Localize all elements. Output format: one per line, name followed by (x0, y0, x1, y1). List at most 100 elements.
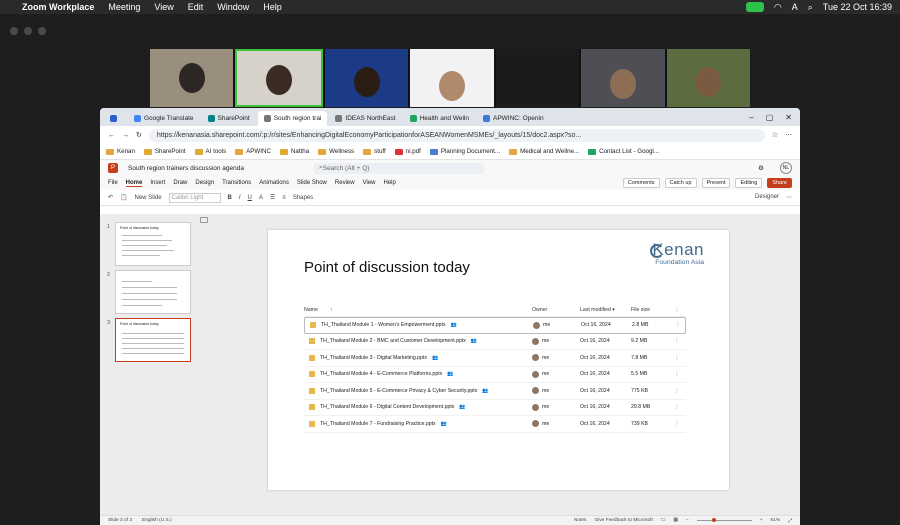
clipboard-icon[interactable]: 📋 (120, 194, 127, 201)
url-field[interactable]: https://kenanasia.sharepoint.com/:p:/r/s… (148, 128, 765, 142)
tab-apwinc[interactable]: APWINC: Openin (477, 111, 550, 126)
bookmark-item[interactable]: AI tools (194, 148, 226, 155)
tab-health-wellness[interactable]: Health and Welln (404, 111, 475, 126)
table-row[interactable]: TH_Thailand Module 2 - BMC and Customer … (304, 334, 686, 350)
bookmark-item[interactable]: Kenan (106, 148, 135, 155)
close-window-button[interactable] (10, 27, 18, 35)
editing-button[interactable]: Editing (735, 178, 763, 188)
tab-sharepoint[interactable]: SharePoint (202, 111, 256, 126)
menu-window[interactable]: Window (217, 2, 249, 12)
slide-canvas[interactable]: Point of discussion today Kenan Foundati… (268, 230, 729, 490)
star-icon[interactable]: ☆ (772, 131, 778, 139)
new-slide-button[interactable]: New Slide (135, 195, 162, 201)
zoom-window-button[interactable] (38, 27, 46, 35)
table-row[interactable]: TH_Thailand Module 7 - Fundraising Pract… (304, 416, 686, 433)
minimize-icon[interactable]: – (749, 113, 753, 122)
table-row[interactable]: TH_Thailand Module 3 - Digital Marketing… (304, 350, 686, 367)
slide-title[interactable]: Point of discussion today (304, 259, 470, 276)
bookmark-item[interactable]: SharePoint (143, 148, 186, 155)
bold-icon[interactable]: B (228, 195, 232, 201)
more-icon[interactable]: ⋮ (671, 421, 683, 427)
bullets-icon[interactable]: ☰ (270, 194, 275, 201)
tab-draw[interactable]: Draw (173, 180, 187, 186)
zoom-out-icon[interactable]: − (686, 518, 689, 523)
avatar[interactable]: NL (780, 162, 792, 174)
notes-button[interactable]: Notes (574, 518, 587, 523)
menu-help[interactable]: Help (263, 2, 282, 12)
tab-slide-show[interactable]: Slide Show (297, 180, 327, 186)
fit-slide-icon[interactable]: ⤢ (788, 518, 792, 524)
more-icon[interactable]: ⋮ (671, 338, 683, 344)
more-icon[interactable]: ⋮ (671, 355, 683, 361)
tab-ideas-northeast[interactable]: IDEAS NorthEast (329, 111, 401, 126)
more-icon[interactable]: ⋮ (671, 371, 683, 377)
close-icon[interactable]: ✕ (785, 113, 792, 122)
bookmark-item[interactable]: stuff (363, 148, 386, 155)
bookmark-item[interactable]: Contact List - Googl... (588, 148, 659, 155)
font-color-icon[interactable]: A (259, 195, 263, 201)
language-indicator[interactable]: English (U.S.) (142, 518, 172, 523)
participant-video[interactable] (324, 49, 409, 107)
last-modified-header[interactable]: Last modified ▾ (580, 307, 631, 313)
tab-help[interactable]: Help (384, 180, 396, 186)
slide-thumbnail-3[interactable]: Point of discussion today (115, 318, 191, 362)
settings-icon[interactable]: ⚙ (758, 164, 764, 172)
wifi-icon[interactable]: ◠ (774, 2, 782, 13)
search-icon[interactable]: ⌕ (808, 2, 813, 13)
undo-icon[interactable]: ↶ (108, 194, 113, 201)
tab-animations[interactable]: Animations (259, 180, 289, 186)
bookmark-item[interactable]: Medical and Wellne... (509, 148, 579, 155)
catch-up-button[interactable]: Catch up (664, 178, 697, 188)
more-icon[interactable]: ⋮ (671, 404, 683, 410)
maximize-icon[interactable]: ▢ (766, 113, 774, 122)
minimize-window-button[interactable] (24, 27, 32, 35)
bookmark-item[interactable]: Wellness (318, 148, 354, 155)
sort-arrow-icon[interactable]: ↑ (330, 307, 333, 313)
participant-video[interactable] (150, 49, 234, 107)
designer-button[interactable]: Designer (755, 194, 779, 201)
bookmark-item[interactable]: Planning Document... (429, 148, 500, 155)
pane-toggle-icon[interactable] (200, 217, 208, 223)
table-row[interactable]: TH_Thailand Module 1 - Women's Empowerme… (304, 317, 686, 334)
participant-video[interactable] (581, 49, 665, 107)
font-name-field[interactable]: Calibri Light (168, 192, 221, 203)
app-name[interactable]: Zoom Workplace (22, 2, 94, 12)
tab-view[interactable]: View (363, 180, 376, 186)
input-language[interactable]: A (792, 2, 798, 12)
forward-icon[interactable]: → (122, 132, 129, 139)
tab-google-translate[interactable]: Google Translate (128, 111, 200, 126)
more-options-icon[interactable]: ⋯ (786, 194, 792, 201)
participant-video[interactable] (666, 49, 750, 107)
back-icon[interactable]: ← (108, 132, 115, 139)
document-title[interactable]: South region trainers discussion agenda (128, 165, 244, 172)
bookmark-item[interactable]: ni.pdf (394, 148, 421, 155)
tab-home[interactable]: Home (125, 180, 143, 187)
underline-icon[interactable]: U (248, 195, 252, 201)
tab-pinned[interactable] (104, 111, 126, 126)
table-row[interactable]: TH_Thailand Module 4 - E-Commerce Platfo… (304, 367, 686, 383)
tab-insert[interactable]: Insert (150, 180, 165, 186)
zoom-slider-handle[interactable] (711, 518, 716, 522)
participant-video-active-speaker[interactable] (235, 49, 323, 107)
tab-review[interactable]: Review (335, 180, 355, 186)
tab-south-region[interactable]: South region trai (257, 111, 328, 126)
zoom-video-icon[interactable] (745, 2, 764, 12)
more-icon[interactable]: ⋮ (672, 322, 684, 328)
menu-meeting[interactable]: Meeting (108, 2, 140, 12)
slide-thumbnail-1[interactable]: Point of discussion today (115, 222, 191, 266)
bookmark-item[interactable]: APWINC (235, 148, 271, 155)
menu-view[interactable]: View (154, 2, 173, 12)
present-button[interactable]: Present (701, 178, 731, 188)
grid-view-icon[interactable]: ▦ (673, 518, 678, 523)
menu-edit[interactable]: Edit (188, 2, 204, 12)
participant-video[interactable] (410, 49, 494, 107)
zoom-in-icon[interactable]: + (760, 518, 763, 523)
participant-video[interactable] (495, 49, 580, 107)
bookmark-item[interactable]: Nattha (279, 148, 309, 155)
zoom-level[interactable]: 61% (771, 518, 781, 523)
reload-icon[interactable]: ↻ (136, 131, 142, 139)
tab-file[interactable]: File (108, 180, 118, 186)
feedback-link[interactable]: Give Feedback to Microsoft (594, 518, 652, 523)
tab-design[interactable]: Design (195, 180, 214, 186)
table-row[interactable]: TH_Thailand Module 6 - Digital Content D… (304, 400, 686, 416)
